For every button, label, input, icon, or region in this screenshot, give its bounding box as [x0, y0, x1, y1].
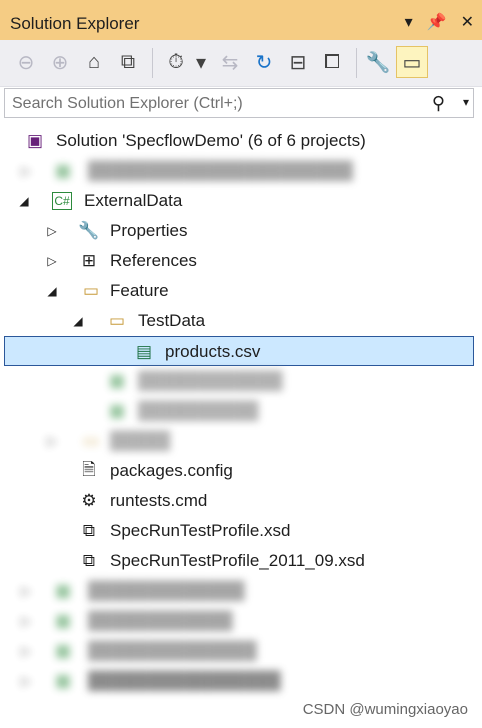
file-icon: ▦	[108, 401, 126, 420]
chevron-right-icon: ▷	[21, 584, 31, 598]
close-icon[interactable]: ✕	[461, 12, 474, 32]
config-file-icon: 🗎	[82, 459, 96, 479]
search-icon[interactable]: ⚲	[432, 93, 445, 114]
blurred-file-label: ████████████	[138, 371, 283, 390]
chevron-right-icon: ▷	[21, 164, 31, 178]
tree-item-label: Solution 'SpecflowDemo' (6 of 6 projects…	[56, 131, 366, 150]
project-icon: ▦	[54, 611, 72, 630]
blurred-project-label: ████████████	[88, 611, 233, 630]
solution-icon: ▣	[26, 131, 44, 150]
tree-item-label: SpecRunTestProfile.xsd	[110, 521, 291, 540]
blurred-project-label: ██████████████	[88, 641, 257, 660]
window-title: Solution Explorer	[10, 14, 140, 33]
tree-item-blurred-project: ▷ ▦ ██████████████	[4, 636, 474, 666]
tree-item-blurred-folder: ▷ ▭ █████	[4, 426, 474, 456]
tree-item-label: products.csv	[165, 342, 261, 361]
back-icon[interactable]: ⊖	[14, 50, 38, 74]
tree-item-blurred-project: ▷ ▦ ████████████	[4, 606, 474, 636]
tree-item-label: Feature	[110, 281, 169, 300]
separator	[152, 48, 153, 78]
tree-item-specrun-profile[interactable]: ⧉ SpecRunTestProfile.xsd	[4, 516, 474, 546]
tree-item-feature[interactable]: ◢ ▭ Feature	[4, 276, 474, 306]
chevron-right-icon[interactable]: ▷	[46, 223, 58, 239]
title-actions: ▾ 📌 ✕	[405, 12, 474, 32]
tree-item-products-csv[interactable]: ▤ products.csv	[4, 336, 474, 366]
folder-icon: ▭	[108, 311, 126, 330]
tree-item-label: runtests.cmd	[110, 491, 208, 510]
project-icon: ▦	[54, 641, 72, 660]
pending-changes-filter-icon[interactable]: ⏱	[164, 50, 188, 74]
collapse-all-icon[interactable]: ⊟	[286, 50, 310, 74]
references-icon: ⊞	[81, 251, 97, 270]
home-icon[interactable]: ⌂	[82, 50, 106, 74]
chevron-right-icon: ▷	[21, 644, 31, 658]
sync-icon[interactable]: ⇆	[218, 50, 242, 74]
show-all-files-icon[interactable]: ⧠	[320, 50, 344, 74]
toolbar: ⊖ ⊕ ⌂ ⧉ ⏱ ▾ ⇆ ↻ ⊟ ⧠ 🔧 ▭	[0, 40, 482, 87]
project-icon: ▦	[54, 581, 72, 600]
tree-item-externaldata[interactable]: ◢ C# ExternalData	[4, 186, 474, 216]
tree-item-blurred-project: ▷ ▦ ██████████████████████	[4, 156, 474, 186]
preview-selected-items-icon[interactable]: ▭	[396, 46, 428, 78]
blurred-folder-label: █████	[110, 431, 171, 450]
blurred-project-label: ████████████████	[88, 671, 281, 690]
tree-item-references[interactable]: ▷ ⊞ References	[4, 246, 474, 276]
chevron-right-icon[interactable]: ▷	[46, 253, 58, 269]
expanded-arrow-icon[interactable]: ◢	[72, 313, 84, 329]
tree-item-properties[interactable]: ▷ 🔧 Properties	[4, 216, 474, 246]
tree-item-label: SpecRunTestProfile_2011_09.xsd	[110, 551, 365, 570]
project-icon: ▦	[54, 671, 72, 690]
tree-item-label: ExternalData	[84, 191, 183, 210]
tree-item-label: References	[110, 251, 197, 270]
tree-item-blurred-file: ▦ ████████████	[4, 366, 474, 396]
tree-item-blurred-project: ▷ ▦ ████████████████	[4, 666, 474, 696]
xsd-file-icon: ⧉	[82, 521, 96, 540]
title-bar: Solution Explorer ▾ 📌 ✕	[0, 0, 482, 40]
tree-item-blurred-file: ▦ ██████████	[4, 396, 474, 426]
tree-item-label: Properties	[110, 221, 188, 240]
tree-item-solution[interactable]: ▣ Solution 'SpecflowDemo' (6 of 6 projec…	[4, 126, 474, 156]
blurred-file-label: ██████████	[138, 401, 259, 420]
tree-item-specrun-profile-2011[interactable]: ⧉ SpecRunTestProfile_2011_09.xsd	[4, 546, 474, 576]
search-input[interactable]: Search Solution Explorer (Ctrl+;) ⚲ ▾	[4, 88, 474, 118]
chevron-right-icon: ▷	[21, 674, 31, 688]
chevron-down-icon[interactable]: ▾	[463, 95, 469, 109]
refresh-icon[interactable]: ↻	[252, 50, 276, 74]
tree-item-runtests-cmd[interactable]: ⚙ runtests.cmd	[4, 486, 474, 516]
tree-item-packages-config[interactable]: 🗎 packages.config	[4, 456, 474, 486]
watermark: CSDN @wumingxiaoyao	[302, 701, 468, 718]
tree-item-label: packages.config	[110, 461, 233, 480]
folder-icon: ▭	[82, 431, 100, 450]
dropdown-icon[interactable]: ▾	[405, 12, 413, 32]
forward-icon[interactable]: ⊕	[48, 50, 72, 74]
chevron-right-icon: ▷	[47, 434, 57, 448]
wrench-icon: 🔧	[78, 221, 100, 240]
pin-icon[interactable]: 📌	[427, 12, 447, 32]
chevron-right-icon: ▷	[21, 614, 31, 628]
properties-wrench-icon[interactable]: 🔧	[366, 50, 391, 74]
csharp-project-icon: C#	[52, 192, 72, 210]
expanded-arrow-icon[interactable]: ◢	[46, 283, 58, 299]
xsd-file-icon: ⧉	[82, 551, 96, 570]
excel-file-icon: ▤	[135, 342, 153, 361]
file-icon: ▦	[108, 371, 126, 390]
switch-views-icon[interactable]: ⧉	[116, 50, 140, 74]
tree-item-blurred-project: ▷ ▦ █████████████	[4, 576, 474, 606]
chevron-down-icon[interactable]: ▾	[194, 50, 208, 74]
tree-item-label: TestData	[138, 311, 206, 330]
search-placeholder: Search Solution Explorer (Ctrl+;)	[12, 95, 243, 112]
blurred-project-label: ██████████████████████	[88, 161, 353, 180]
folder-icon: ▭	[82, 281, 100, 300]
separator	[356, 48, 357, 78]
tree-item-testdata[interactable]: ◢ ▭ TestData	[4, 306, 474, 336]
expanded-arrow-icon[interactable]: ◢	[18, 193, 30, 209]
script-file-icon: ⚙	[81, 491, 97, 510]
project-icon: ▦	[54, 161, 72, 180]
blurred-project-label: █████████████	[88, 581, 245, 600]
